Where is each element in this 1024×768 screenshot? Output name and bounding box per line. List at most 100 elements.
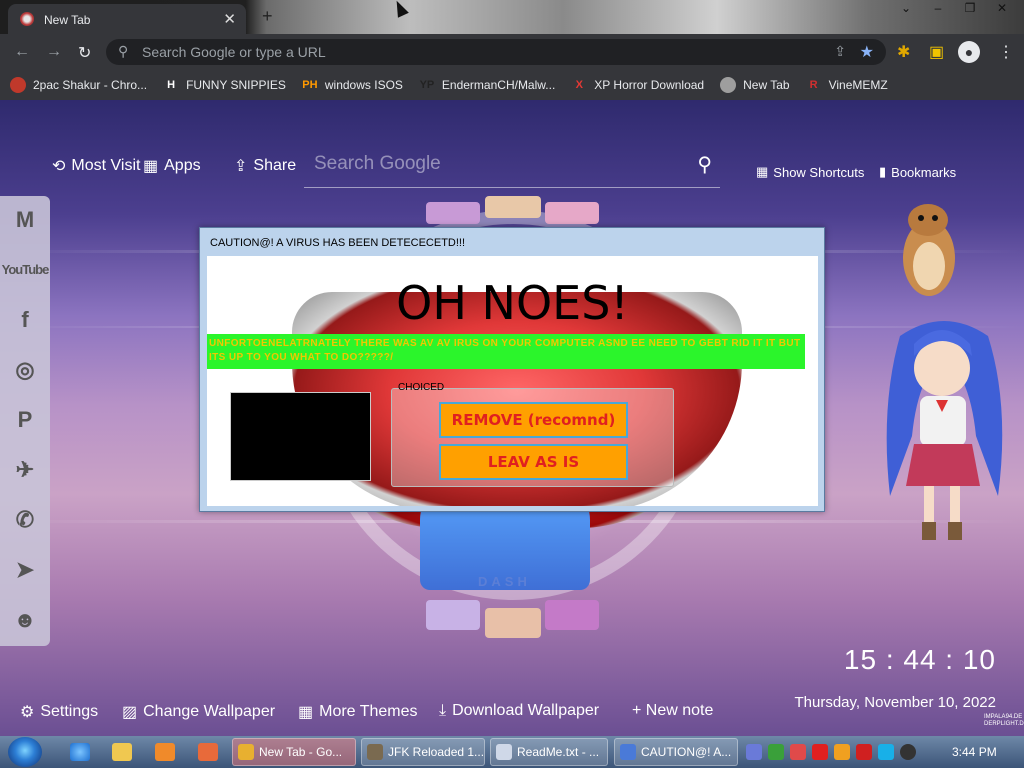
tray-volume-icon[interactable]	[900, 744, 916, 760]
taskbar-task-button[interactable]: JFK Reloaded 1...	[361, 738, 485, 766]
restore-button[interactable]: ❐	[954, 0, 986, 18]
side-panel-icon[interactable]: ▣	[929, 42, 944, 62]
search-icon: ⚲	[118, 43, 129, 59]
bookmark-label: VineMEMZ	[828, 78, 888, 92]
taskbar-task-button[interactable]: ReadMe.txt - ...	[490, 738, 608, 766]
task-label: New Tab - Go...	[259, 745, 343, 759]
emblem-segment	[545, 600, 599, 630]
task-label: ReadMe.txt - ...	[517, 745, 600, 759]
twitter-icon[interactable]: ✈	[0, 450, 50, 490]
x-icon: X	[575, 79, 583, 91]
anime-character-image	[886, 321, 1003, 540]
bookmark-item[interactable]: New Tab	[720, 77, 790, 93]
bookmarks-link[interactable]: ▮ Bookmarks	[879, 164, 956, 180]
download-wallpaper-link[interactable]: ⤓ Download Wallpaper	[439, 702, 599, 720]
clock-display: 15 : 44 : 10	[843, 644, 996, 675]
chevron-down-icon[interactable]: ⌄	[890, 0, 922, 18]
back-arrow-icon[interactable]: ←	[14, 43, 30, 61]
gmail-icon[interactable]: M	[0, 200, 50, 240]
file-explorer-icon[interactable]	[112, 743, 132, 761]
themes-grid-icon: ▦	[298, 704, 314, 721]
browser-toolbar: ← → ↻ ⚲ Search Google or type a URL ⇪ ★ …	[0, 34, 1024, 70]
download-wallpaper-label: Download Wallpaper	[452, 702, 600, 719]
social-sidebar: M YouTube f ◎ P ✈ ✆ ➤ ☻	[0, 196, 50, 646]
apps-grid-icon: ▦	[143, 158, 159, 175]
change-wallpaper-link[interactable]: ▨ Change Wallpaper	[122, 702, 275, 722]
reddit-icon[interactable]: ☻	[0, 600, 50, 640]
task-app-icon	[620, 744, 636, 760]
tab-close-icon[interactable]: ✕	[223, 10, 236, 28]
bookmark-star-icon[interactable]: ★	[860, 42, 874, 62]
profile-avatar-icon[interactable]: ●	[958, 41, 980, 63]
date-display: Thursday, November 10, 2022	[794, 694, 997, 711]
browser-tab-strip: New Tab ✕ + ⌄ – ❐ ✕	[0, 0, 1024, 34]
whatsapp-icon[interactable]: ✆	[0, 500, 50, 540]
more-themes-link[interactable]: ▦ More Themes	[298, 702, 418, 722]
close-window-button[interactable]: ✕	[986, 0, 1018, 18]
tray-network-icon[interactable]	[878, 744, 894, 760]
menu-kebab-icon[interactable]: ⋮	[998, 42, 1014, 62]
share-link[interactable]: ⇪ Share	[234, 156, 296, 176]
telegram-icon[interactable]: ➤	[0, 550, 50, 590]
tray-flag-icon[interactable]	[856, 744, 872, 760]
bookmarks-label: Bookmarks	[891, 164, 957, 180]
extensions-puzzle-icon[interactable]: ✱	[897, 42, 910, 62]
address-bar[interactable]: ⚲ Search Google or type a URL ⇪ ★	[106, 39, 886, 65]
choice-group-label: CHOICED	[398, 382, 445, 393]
reload-icon[interactable]: ↻	[78, 43, 91, 63]
app-launcher-icon[interactable]	[198, 743, 218, 761]
bookmark-item[interactable]: YP EndermanCH/Malw...	[419, 77, 556, 93]
taskbar-task-button[interactable]: New Tab - Go...	[232, 738, 356, 766]
bookmark-item[interactable]: X XP Horror Download	[571, 77, 705, 93]
bookmark-item[interactable]: R VineMEMZ	[806, 77, 888, 93]
taskbar-task-button[interactable]: CAUTION@! A...	[614, 738, 738, 766]
tray-app-icon[interactable]	[834, 744, 850, 760]
media-player-icon[interactable]	[155, 743, 175, 761]
hamster-image	[903, 204, 955, 296]
google-search-box[interactable]: Search Google ⚲	[304, 150, 720, 188]
dialog-title: OH NOES!	[396, 276, 629, 330]
bookmark-icon: ▮	[879, 164, 887, 179]
most-visited-link[interactable]: ⟲ Most Visit	[52, 156, 140, 176]
window-controls: ⌄ – ❐ ✕	[890, 0, 1018, 18]
globe-icon	[720, 77, 737, 93]
image-icon: ▨	[122, 704, 138, 721]
forward-arrow-icon[interactable]: →	[46, 43, 62, 61]
tray-app-icon[interactable]	[812, 744, 828, 760]
emblem-segment	[426, 202, 480, 224]
system-tray	[746, 744, 916, 760]
internet-explorer-icon[interactable]	[70, 743, 90, 761]
task-app-icon	[367, 744, 383, 760]
new-note-link[interactable]: + New note	[632, 702, 713, 720]
pinterest-icon[interactable]: P	[0, 400, 50, 440]
apps-link[interactable]: ▦ Apps	[143, 156, 201, 176]
google-search-placeholder: Search Google	[314, 153, 441, 174]
bookmark-label: windows ISOS	[324, 78, 403, 92]
bookmark-item[interactable]: 2pac Shakur - Chro...	[10, 77, 147, 93]
r-icon: R	[809, 79, 818, 91]
bookmark-item[interactable]: PH windows ISOS	[302, 77, 403, 93]
facebook-icon[interactable]: f	[0, 300, 50, 340]
share-page-icon[interactable]: ⇪	[834, 43, 846, 60]
tray-app-icon[interactable]	[746, 744, 762, 760]
start-button[interactable]	[8, 737, 42, 767]
minimize-button[interactable]: –	[922, 0, 954, 18]
browser-tab[interactable]: New Tab ✕	[8, 4, 246, 34]
new-tab-button[interactable]: +	[262, 6, 273, 27]
mouse-cursor-icon	[391, 0, 409, 18]
address-bar-placeholder: Search Google or type a URL	[142, 44, 326, 60]
tray-app-icon[interactable]	[768, 744, 784, 760]
remove-button[interactable]: REMOVE (recomnd)	[439, 402, 628, 438]
youtube-icon[interactable]: YouTube	[0, 250, 50, 290]
yp-icon: YP	[419, 79, 435, 91]
bookmark-item[interactable]: H FUNNY SNIPPIES	[163, 77, 286, 93]
share-label: Share	[253, 157, 297, 174]
show-shortcuts-link[interactable]: ▦ Show Shortcuts	[756, 164, 864, 180]
tray-app-icon[interactable]	[790, 744, 806, 760]
instagram-icon[interactable]: ◎	[0, 350, 50, 390]
magnifier-icon[interactable]: ⚲	[697, 152, 712, 177]
settings-link[interactable]: ⚙ Settings	[20, 702, 98, 722]
leave-as-is-button[interactable]: LEAV AS IS	[439, 444, 628, 480]
corner-credit-text: IMPALA94.DE DERPLIGHT.DE	[984, 714, 1024, 727]
taskbar-clock[interactable]: 3:44 PM	[952, 745, 997, 759]
